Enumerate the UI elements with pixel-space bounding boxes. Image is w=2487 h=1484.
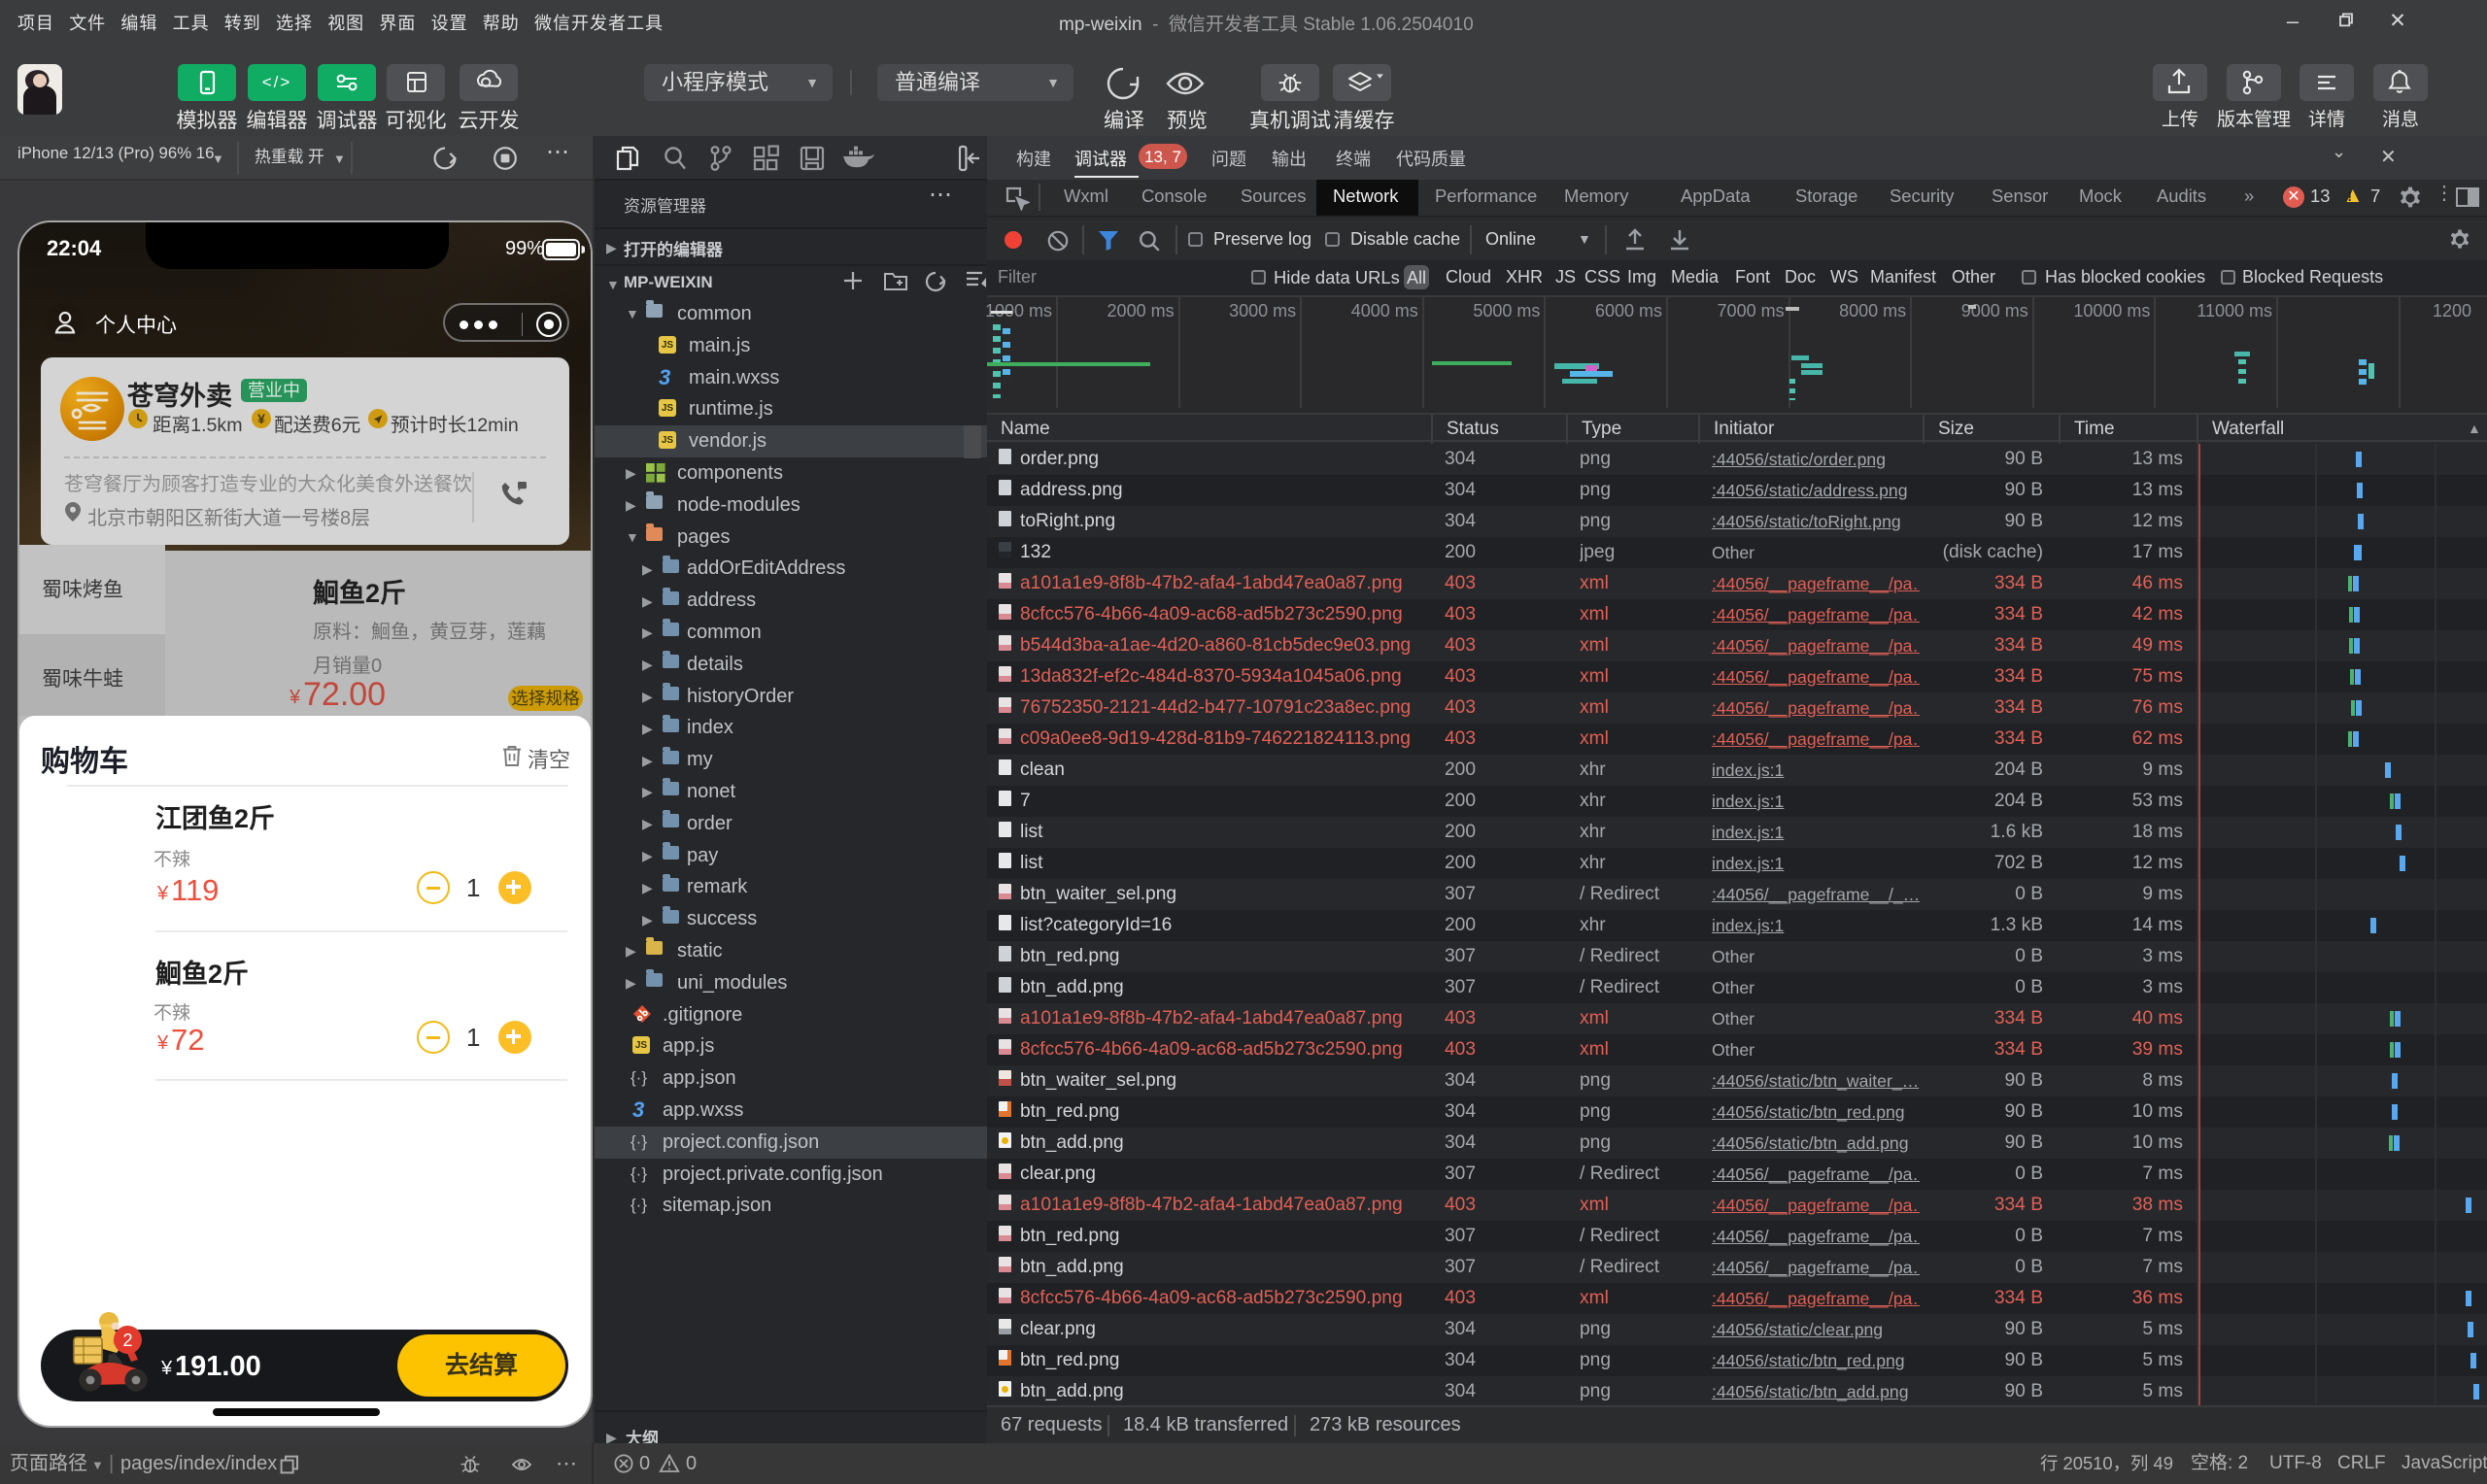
- svg-text:¥: ¥: [257, 411, 265, 426]
